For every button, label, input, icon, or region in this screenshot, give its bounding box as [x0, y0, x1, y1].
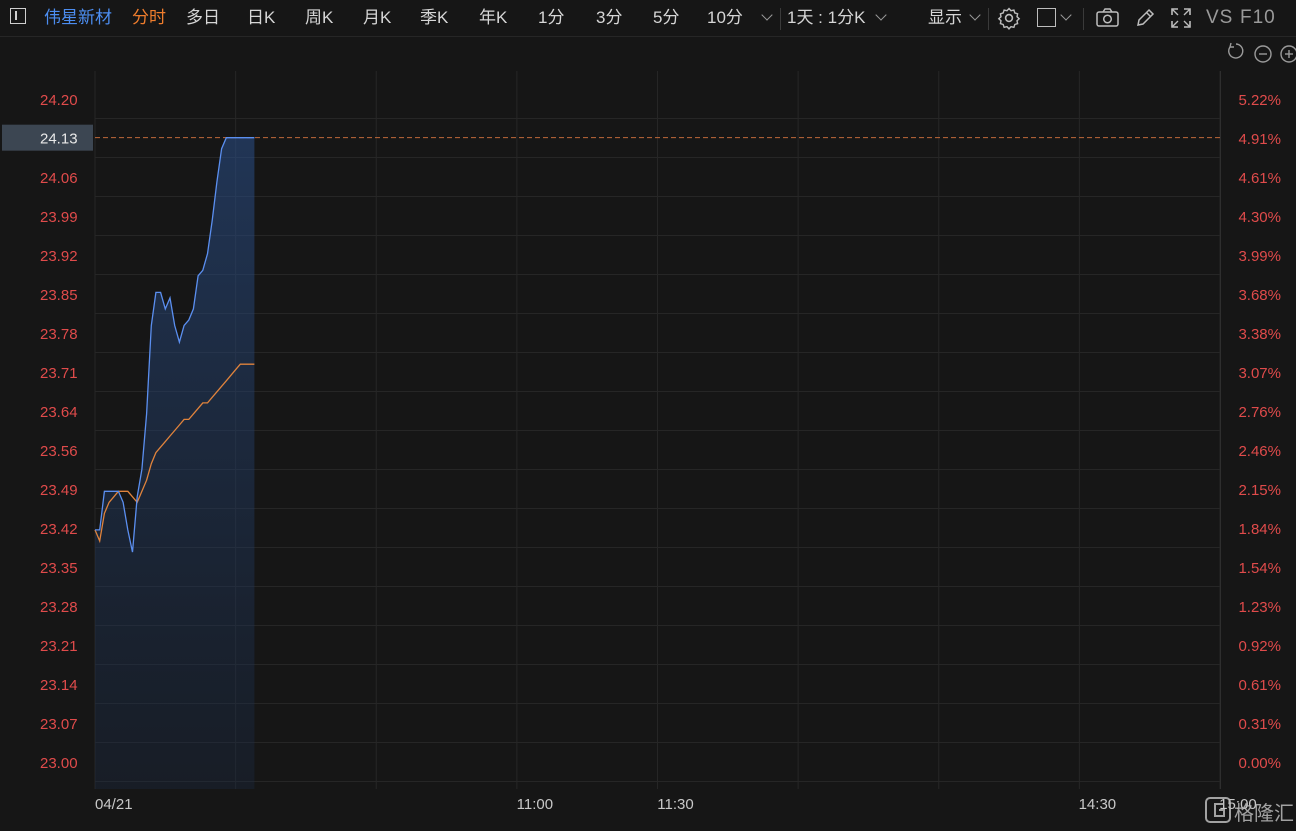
chart-toolbar: 伟星新材 分时 多日 日K 周K 月K 季K 年K 1分 3分 5分 10分 1…: [0, 0, 1296, 37]
chart-border-right: [1220, 71, 1221, 789]
toolbar-divider: [1083, 8, 1084, 30]
tab-1min[interactable]: 1分: [538, 0, 564, 36]
y-axis-right-tick-label: 0.92%: [1238, 638, 1281, 655]
tab-week-k[interactable]: 周K: [305, 0, 333, 36]
y-axis-right-tick-label: 0.61%: [1238, 677, 1281, 694]
y-axis-right-tick-label: 1.23%: [1238, 599, 1281, 616]
y-axis-right-tick-label: 3.68%: [1238, 287, 1281, 304]
x-axis-tick-label: 04/21: [95, 796, 133, 813]
toolbar-divider: [988, 8, 989, 30]
settings-gear-icon[interactable]: [997, 6, 1021, 30]
y-axis-left-tick-label: 23.07: [40, 716, 78, 733]
y-axis-left-tick-label: 23.71: [40, 365, 78, 382]
vs-compare-button[interactable]: VS: [1206, 0, 1233, 36]
camera-icon[interactable]: [1095, 7, 1120, 29]
f10-button[interactable]: F10: [1240, 0, 1276, 36]
y-axis-right-tick-label: 2.46%: [1238, 443, 1281, 460]
tab-multi-day[interactable]: 多日: [186, 0, 220, 36]
tab-3min[interactable]: 3分: [596, 0, 622, 36]
sync-period-selector[interactable]: 1天 : 1分K: [787, 0, 865, 36]
zoom-out-icon[interactable]: [1254, 45, 1272, 63]
y-axis-right-tick-label: 5.22%: [1238, 92, 1281, 109]
y-axis-right-tick-label: 1.84%: [1238, 521, 1281, 538]
y-axis-left-tick-label: 23.49: [40, 482, 78, 499]
fullscreen-icon[interactable]: [1169, 6, 1193, 30]
y-axis-right-tick-label: 1.54%: [1238, 560, 1281, 577]
tab-quarter-k[interactable]: 季K: [420, 0, 448, 36]
intraday-chart: 23.00 23.07 23.14 23.21 23.28 23.35 23.42 23.49…: [2, 42, 1296, 825]
display-chevron-icon[interactable]: [969, 9, 981, 21]
y-axis-left-tick-label: 23.64: [40, 404, 78, 421]
y-axis-right-tick-label: 4.61%: [1238, 170, 1281, 187]
y-axis-right-tick-label: 0.31%: [1238, 716, 1281, 733]
y-axis-right-tick-label: 2.76%: [1238, 404, 1281, 421]
x-axis-tick-label: 14:30: [1079, 796, 1117, 813]
y-axis-right-tick-label: 3.99%: [1238, 248, 1281, 265]
more-periods-chevron-icon[interactable]: [761, 9, 773, 21]
y-axis-left-tick-label: 23.35: [40, 560, 78, 577]
toolbar-divider: [780, 8, 781, 30]
y-axis-left-tick-label: 23.78: [40, 326, 78, 343]
y-axis-left-tick-label: 24.20: [40, 92, 78, 109]
stock-name[interactable]: 伟星新材: [44, 0, 112, 36]
tab-fenshi[interactable]: 分时: [132, 0, 166, 36]
y-axis-right-tick-label: 3.38%: [1238, 326, 1281, 343]
tab-year-k[interactable]: 年K: [479, 0, 507, 36]
layout-square-icon[interactable]: [1037, 8, 1056, 27]
y-axis-left-tick-label: 23.14: [40, 677, 78, 694]
y-axis-left-tick-label: 23.00: [40, 755, 78, 772]
y-axis-left-tick-label: 23.85: [40, 287, 78, 304]
y-axis-right-tick-label: 0.00%: [1238, 755, 1281, 772]
y-axis-left-tick-label: 23.92: [40, 248, 78, 265]
layout-chevron-icon[interactable]: [1060, 9, 1072, 21]
y-axis-right-tick-label: 2.15%: [1238, 482, 1281, 499]
pencil-icon[interactable]: [1133, 6, 1157, 30]
display-menu[interactable]: 显示: [928, 0, 962, 36]
y-axis-left-tick-label: 23.28: [40, 599, 78, 616]
tab-10min[interactable]: 10分: [707, 0, 743, 36]
y-axis-left-tick-label: 23.99: [40, 209, 78, 226]
sync-period-chevron-icon[interactable]: [875, 9, 887, 21]
y-axis-right-tick-label: 4.30%: [1238, 209, 1281, 226]
y-axis-left-tick-label: 23.42: [40, 521, 78, 538]
y-axis-left-tick-label: 23.56: [40, 443, 78, 460]
reset-zoom-icon[interactable]: [1228, 42, 1244, 59]
y-axis-left-tick-label: 23.21: [40, 638, 78, 655]
x-axis-tick-label: 11:30: [657, 796, 693, 813]
zoom-in-icon[interactable]: [1280, 45, 1296, 63]
sidebar-toggle-icon[interactable]: [10, 8, 26, 24]
y-axis-left-tick-label: 24.06: [40, 170, 78, 187]
x-axis-tick-label: 11:00: [517, 796, 553, 813]
tab-5min[interactable]: 5分: [653, 0, 679, 36]
y-axis-right-tick-label: 3.07%: [1238, 365, 1281, 382]
tab-day-k[interactable]: 日K: [247, 0, 275, 36]
chart-controls: [1228, 42, 1296, 63]
current-price-tag-label: 24.13: [40, 131, 78, 148]
watermark-text: 格隆汇: [1234, 802, 1294, 825]
tab-month-k[interactable]: 月K: [363, 0, 391, 36]
y-axis-right-tick-label: 4.91%: [1238, 131, 1281, 148]
